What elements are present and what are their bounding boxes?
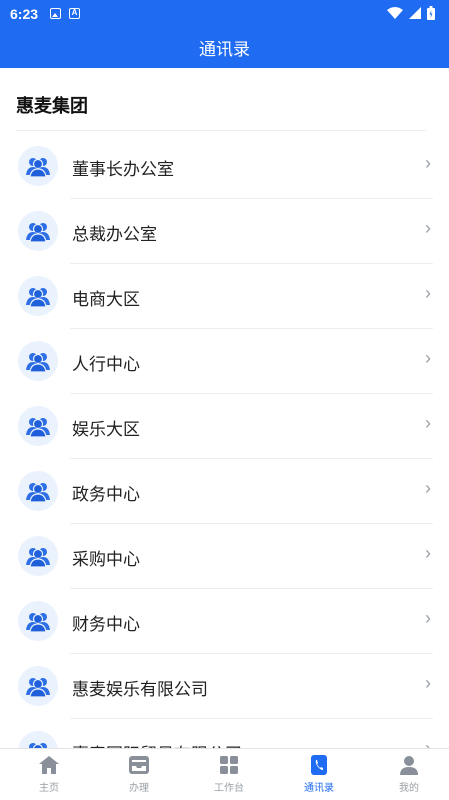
group-icon: [26, 288, 50, 307]
status-bar: 6:23 A: [0, 0, 449, 28]
grid-icon: [220, 756, 238, 774]
department-avatar: [18, 601, 58, 641]
department-name: 财务中心: [72, 615, 140, 634]
department-item[interactable]: 人行中心 ›: [0, 329, 449, 394]
department-avatar: [18, 146, 58, 186]
chevron-right-icon: ›: [425, 218, 431, 238]
department-item[interactable]: 惠麦国际贸易有限公司 ›: [0, 719, 449, 748]
department-name: 董事长办公室: [72, 160, 174, 179]
tab-mine[interactable]: 我的: [379, 755, 439, 794]
group-icon: [26, 223, 50, 242]
inbox-icon: [129, 756, 149, 774]
page-title: 通讯录: [199, 40, 250, 59]
tab-contacts[interactable]: 通讯录: [289, 755, 349, 794]
department-item[interactable]: 惠麦娱乐有限公司 ›: [0, 654, 449, 719]
tab-workbench[interactable]: 工作台: [199, 755, 259, 794]
divider: [16, 130, 426, 131]
group-icon: [26, 483, 50, 502]
organization-name: 惠麦集团: [16, 96, 88, 116]
tab-home[interactable]: 主页: [19, 755, 79, 794]
app-notification-icon: A: [69, 8, 80, 19]
group-icon: [29, 743, 47, 748]
contacts-page: 惠麦集团 董事长办公室 › 总裁办公室 › 电商大区 › 人行中心 › 娱乐大区 › 政务中心 › 采购…: [0, 68, 449, 748]
group-icon: [26, 678, 50, 697]
signal-icon: [409, 7, 421, 19]
status-time: 6:23: [10, 6, 39, 22]
group-icon: [26, 418, 50, 437]
chevron-right-icon: ›: [425, 413, 431, 433]
chevron-right-icon: ›: [425, 153, 431, 173]
group-icon: [26, 613, 50, 632]
department-item[interactable]: 财务中心 ›: [0, 589, 449, 654]
department-name: 人行中心: [72, 355, 140, 374]
department-name: 惠麦国际贸易有限公司: [72, 740, 242, 748]
chevron-right-icon: ›: [425, 283, 431, 303]
group-icon: [26, 353, 50, 372]
department-name: 政务中心: [72, 485, 140, 504]
chevron-right-icon: ›: [425, 673, 431, 693]
chevron-right-icon: ›: [425, 608, 431, 628]
app-header: 6:23 A 通讯录: [0, 0, 449, 68]
person-icon: [400, 756, 418, 775]
department-avatar: [18, 276, 58, 316]
department-avatar: [18, 211, 58, 251]
department-avatar: [18, 666, 58, 706]
department-item[interactable]: 娱乐大区 ›: [0, 394, 449, 459]
department-name: 娱乐大区: [72, 420, 140, 439]
department-name: 电商大区: [72, 290, 140, 309]
department-avatar: [18, 536, 58, 576]
department-avatar: [18, 406, 58, 446]
department-item[interactable]: 政务中心 ›: [0, 459, 449, 524]
wifi-icon: [387, 7, 403, 19]
chevron-right-icon: ›: [425, 478, 431, 498]
group-icon: [26, 158, 50, 177]
chevron-right-icon: ›: [425, 348, 431, 368]
chevron-right-icon: ›: [425, 738, 431, 748]
department-item[interactable]: 采购中心 ›: [0, 524, 449, 589]
department-name: 惠麦娱乐有限公司: [72, 680, 208, 699]
department-name: 采购中心: [72, 550, 140, 569]
bottom-navigation: 主页 办理 工作台 通讯录 我的: [0, 748, 449, 800]
group-icon: [26, 548, 50, 567]
department-item[interactable]: 总裁办公室 ›: [0, 199, 449, 264]
department-avatar: [18, 341, 58, 381]
chevron-right-icon: ›: [425, 543, 431, 563]
battery-icon: [427, 6, 435, 20]
department-list: 董事长办公室 › 总裁办公室 › 电商大区 › 人行中心 › 娱乐大区 › 政务中心 › 采购中心 › 财务…: [0, 134, 449, 748]
department-avatar: [18, 731, 58, 748]
photo-notification-icon: [50, 8, 61, 19]
home-icon: [39, 756, 59, 774]
tab-process[interactable]: 办理: [109, 755, 169, 794]
phone-book-icon: [311, 755, 327, 775]
department-item[interactable]: 电商大区 ›: [0, 264, 449, 329]
department-avatar: [18, 471, 58, 511]
department-name: 总裁办公室: [72, 225, 157, 244]
department-item[interactable]: 董事长办公室 ›: [0, 134, 449, 199]
